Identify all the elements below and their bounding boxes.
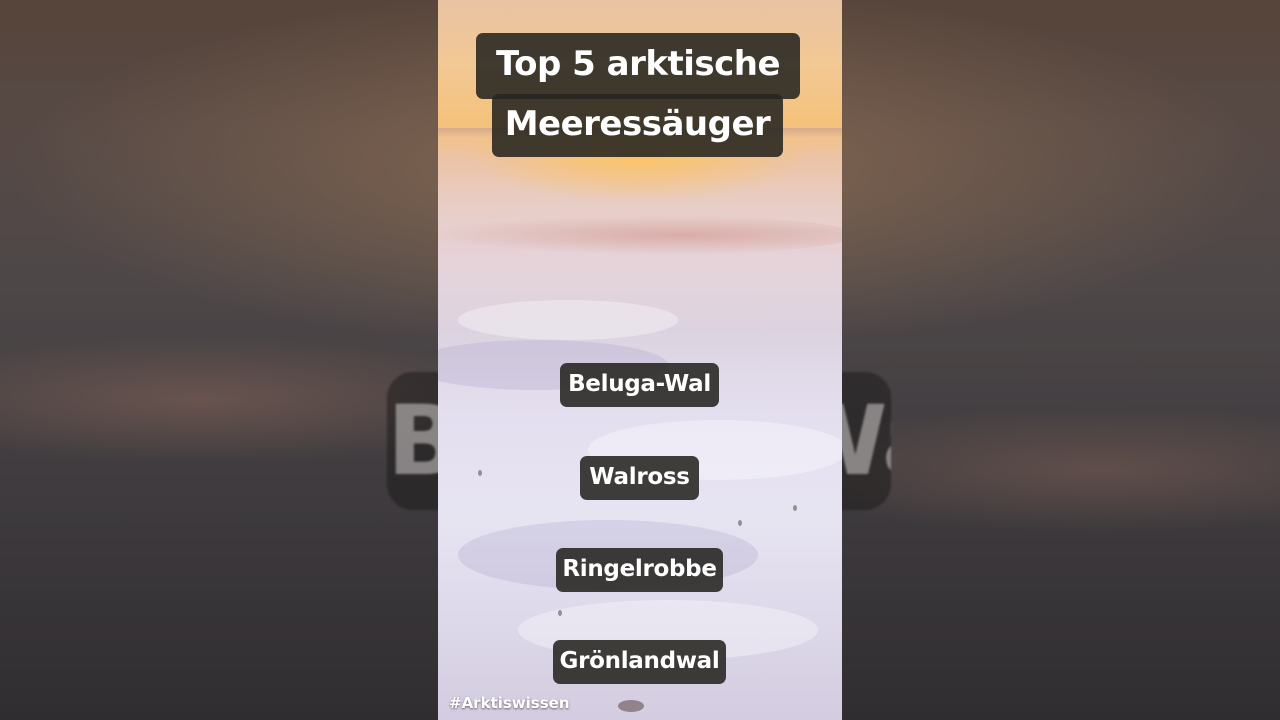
- snow-drift: [458, 300, 678, 340]
- shrub: [618, 700, 644, 712]
- video-title-line2: Meeressäuger: [492, 94, 783, 157]
- shrub: [558, 610, 562, 616]
- list-item: Beluga-Wal: [560, 363, 719, 407]
- list-item: Walross: [580, 456, 699, 500]
- sunlit-ridge: [438, 215, 842, 255]
- list-item: Ringelrobbe: [556, 548, 723, 592]
- shrub: [738, 520, 742, 526]
- video-title-line1: Top 5 arktische: [476, 33, 800, 99]
- shrub: [793, 505, 797, 511]
- video-frame: Beluga-Wal Top 5 arktische Meeressäuger …: [0, 0, 1280, 720]
- shrub: [478, 470, 482, 476]
- hashtag-link[interactable]: #Arktiswissen: [449, 692, 570, 714]
- list-item: Grönlandwal: [553, 640, 726, 684]
